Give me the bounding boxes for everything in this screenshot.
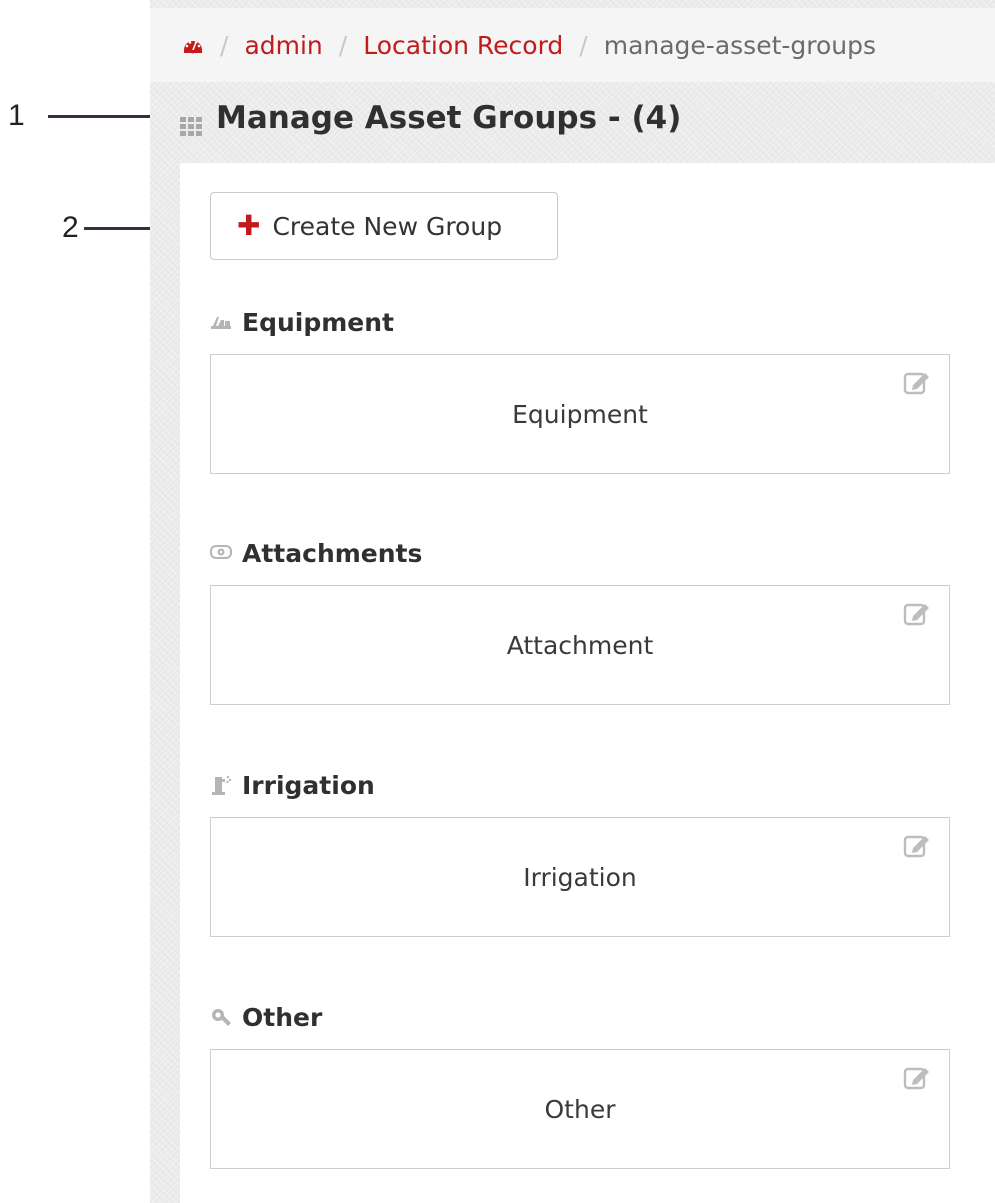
group-card-attachments[interactable]: Attachment bbox=[210, 585, 950, 705]
breadcrumb-current: manage-asset-groups bbox=[603, 30, 877, 60]
group-section-irrigation: Irrigation Irrigation bbox=[210, 767, 950, 937]
attachment-icon bbox=[210, 543, 232, 563]
group-card-label: Other bbox=[544, 1094, 616, 1124]
edit-icon[interactable] bbox=[903, 369, 931, 395]
group-card-label: Attachment bbox=[506, 630, 654, 660]
page-title: Manage Asset Groups - (4) bbox=[180, 100, 681, 136]
content-area: ✚ Create New Group Equipment Equipment A… bbox=[180, 163, 995, 1203]
group-header: Other bbox=[210, 999, 950, 1035]
group-header-text: Other bbox=[242, 1002, 323, 1032]
edit-icon[interactable] bbox=[903, 1064, 931, 1090]
breadcrumb: / admin / Location Record / manage-asset… bbox=[150, 8, 995, 82]
edit-icon[interactable] bbox=[903, 832, 931, 858]
create-new-group-button[interactable]: ✚ Create New Group bbox=[210, 192, 558, 260]
grid-icon bbox=[180, 108, 202, 136]
group-section-other: Other Other bbox=[210, 999, 950, 1169]
dashboard-icon[interactable] bbox=[182, 34, 204, 56]
create-button-label: Create New Group bbox=[272, 211, 503, 241]
group-header-text: Equipment bbox=[242, 307, 394, 337]
equipment-icon bbox=[210, 312, 232, 332]
breadcrumb-link-admin[interactable]: admin bbox=[244, 31, 322, 60]
group-header: Equipment bbox=[210, 304, 950, 340]
callout-number: 2 bbox=[62, 211, 79, 244]
group-section-attachments: Attachments Attachment bbox=[210, 535, 950, 705]
breadcrumb-separator: / bbox=[579, 30, 588, 60]
breadcrumb-separator: / bbox=[220, 30, 229, 60]
group-header-text: Irrigation bbox=[242, 770, 375, 800]
group-card-irrigation[interactable]: Irrigation bbox=[210, 817, 950, 937]
page-title-text: Manage Asset Groups - (4) bbox=[216, 100, 682, 136]
group-card-label: Irrigation bbox=[523, 862, 637, 892]
group-header-text: Attachments bbox=[242, 538, 423, 568]
plus-icon: ✚ bbox=[237, 209, 261, 242]
breadcrumb-separator: / bbox=[338, 30, 348, 60]
group-card-equipment[interactable]: Equipment bbox=[210, 354, 950, 474]
breadcrumb-link-location-record[interactable]: Location Record bbox=[363, 31, 563, 60]
group-card-label: Equipment bbox=[512, 399, 648, 429]
group-header: Attachments bbox=[210, 535, 950, 571]
group-header: Irrigation bbox=[210, 767, 950, 803]
group-card-other[interactable]: Other bbox=[210, 1049, 950, 1169]
group-section-equipment: Equipment Equipment bbox=[210, 304, 950, 474]
main-panel: / admin / Location Record / manage-asset… bbox=[150, 0, 995, 1203]
edit-icon[interactable] bbox=[903, 600, 931, 626]
tools-icon bbox=[210, 1007, 232, 1027]
callout-line bbox=[48, 115, 160, 118]
irrigation-icon bbox=[210, 775, 232, 795]
callout-number: 1 bbox=[8, 99, 25, 132]
